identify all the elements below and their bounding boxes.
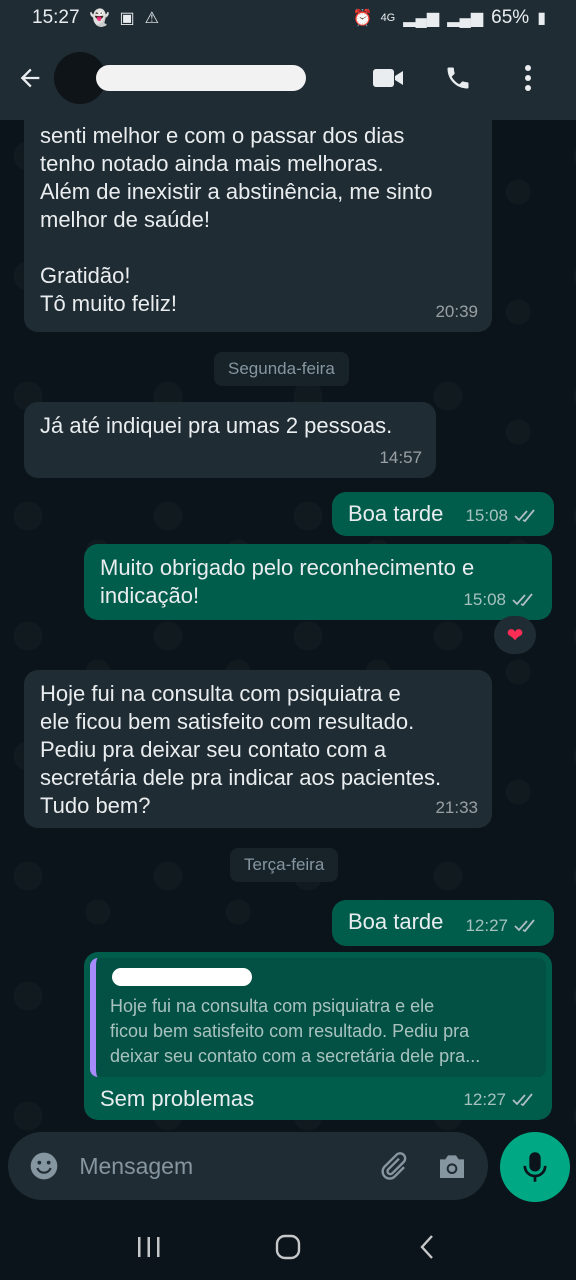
emoji-icon xyxy=(30,1152,57,1180)
status-bar: 15:27 👻 ▣ ⚠ ⏰ 4G ▂▄▆ ▂▄▆ 65% ▮ xyxy=(0,0,576,36)
message-outgoing[interactable]: Boa tarde 12:27 xyxy=(332,900,554,946)
heart-reaction-icon[interactable]: ❤ xyxy=(494,616,536,654)
message-text: Já até indiquei pra umas 2 pessoas. xyxy=(40,413,393,438)
arrow-left-icon xyxy=(20,68,40,88)
voice-call-button[interactable] xyxy=(434,54,482,102)
double-check-icon xyxy=(514,509,535,523)
warning-icon: ⚠ xyxy=(144,10,159,27)
chat-header xyxy=(0,36,576,120)
message-outgoing-reply[interactable]: Hoje fui na consulta com psiquiatra e el… xyxy=(84,952,552,1120)
recent-apps-button[interactable] xyxy=(119,1222,179,1272)
message-time: 12:27 xyxy=(465,916,508,935)
video-camera-icon xyxy=(373,69,403,87)
message-line: senti melhor e com o passar dos dias xyxy=(40,123,405,148)
message-meta: 15:08 xyxy=(465,502,540,530)
back-nav-button[interactable] xyxy=(397,1222,457,1272)
signal-icon: ▂▄▆ xyxy=(403,10,440,27)
date-separator: Terça-feira xyxy=(230,848,339,882)
system-nav-bar xyxy=(0,1214,576,1280)
home-button[interactable] xyxy=(258,1222,318,1272)
menu-button[interactable] xyxy=(504,54,552,102)
message-incoming[interactable]: Hoje fui na consulta com psiquiatra e el… xyxy=(24,670,492,828)
emoji-button[interactable] xyxy=(26,1146,61,1186)
message-line: ele ficou bem satisfeito com resultado. xyxy=(40,709,415,734)
video-call-button[interactable] xyxy=(364,54,412,102)
message-composer xyxy=(8,1132,488,1200)
quoted-line: Hoje fui na consulta com psiquiatra e el… xyxy=(110,996,435,1016)
date-separator: Segunda-feira xyxy=(214,352,349,386)
quoted-line: deixar seu contato com a secretária dele… xyxy=(110,1046,481,1066)
chat-area[interactable]: senti melhor e com o passar dos dias ten… xyxy=(0,120,576,1134)
home-icon xyxy=(275,1234,301,1260)
quoted-message[interactable]: Hoje fui na consulta com psiquiatra e el… xyxy=(90,958,546,1077)
message-line: Gratidão! xyxy=(40,263,131,288)
message-line: Tudo bem? xyxy=(40,793,151,818)
message-line: melhor de saúde! xyxy=(40,207,210,232)
message-meta: 12:27 xyxy=(465,912,540,940)
network-type: 4G xyxy=(380,12,396,24)
quoted-line: ficou bem satisfeito com resultado. Pedi… xyxy=(110,1021,470,1041)
recent-apps-icon xyxy=(138,1237,160,1257)
message-time: 20:39 xyxy=(435,302,478,321)
more-vert-icon xyxy=(525,65,531,91)
message-time: 12:27 xyxy=(463,1090,506,1109)
paperclip-icon xyxy=(381,1152,407,1180)
battery-level: 65% xyxy=(491,7,530,28)
double-check-icon xyxy=(512,1093,533,1107)
message-incoming[interactable]: Já até indiquei pra umas 2 pessoas. 14:5… xyxy=(24,402,436,478)
back-button[interactable] xyxy=(6,54,54,102)
battery-icon: ▮ xyxy=(537,10,546,27)
message-line: secretária dele pra indicar aos paciente… xyxy=(40,765,442,790)
notification-icon: ▣ xyxy=(119,10,135,27)
microphone-icon xyxy=(523,1152,547,1182)
double-check-icon xyxy=(512,593,533,607)
snapchat-icon: 👻 xyxy=(89,10,110,27)
message-line: Hoje fui na consulta com psiquiatra e xyxy=(40,681,401,706)
message-line: Tô muito feliz! xyxy=(40,291,177,316)
alarm-icon: ⏰ xyxy=(352,10,373,27)
message-line: Além de inexistir a abstinência, me sint… xyxy=(40,179,433,204)
contact-name-redacted[interactable] xyxy=(96,65,306,91)
message-line: Pediu pra deixar seu contato com a xyxy=(40,737,387,762)
message-time: 15:08 xyxy=(463,590,506,609)
message-line: tenho notado ainda mais melhoras. xyxy=(40,151,384,176)
camera-icon xyxy=(440,1155,465,1178)
chevron-left-icon xyxy=(420,1235,433,1259)
message-meta: 12:27 xyxy=(463,1086,538,1114)
message-time: 15:08 xyxy=(465,506,508,525)
message-time: 21:33 xyxy=(435,798,478,817)
voice-message-button[interactable] xyxy=(500,1132,570,1202)
status-time: 15:27 xyxy=(32,7,80,28)
message-time: 14:57 xyxy=(379,448,422,467)
message-incoming[interactable]: senti melhor e com o passar dos dias ten… xyxy=(24,120,492,332)
message-outgoing[interactable]: Boa tarde 15:08 xyxy=(332,492,554,536)
camera-button[interactable] xyxy=(435,1146,470,1186)
phone-icon xyxy=(447,67,469,89)
attach-button[interactable] xyxy=(375,1146,410,1186)
double-check-icon xyxy=(514,919,535,933)
message-outgoing[interactable]: Muito obrigado pelo reconhecimento e ind… xyxy=(84,544,552,620)
message-input[interactable] xyxy=(79,1152,376,1180)
quoted-author-redacted xyxy=(112,968,252,986)
signal-icon-2: ▂▄▆ xyxy=(447,10,484,27)
message-meta: 15:08 xyxy=(463,586,538,614)
message-line: Muito obrigado pelo reconhecimento e xyxy=(100,555,475,580)
